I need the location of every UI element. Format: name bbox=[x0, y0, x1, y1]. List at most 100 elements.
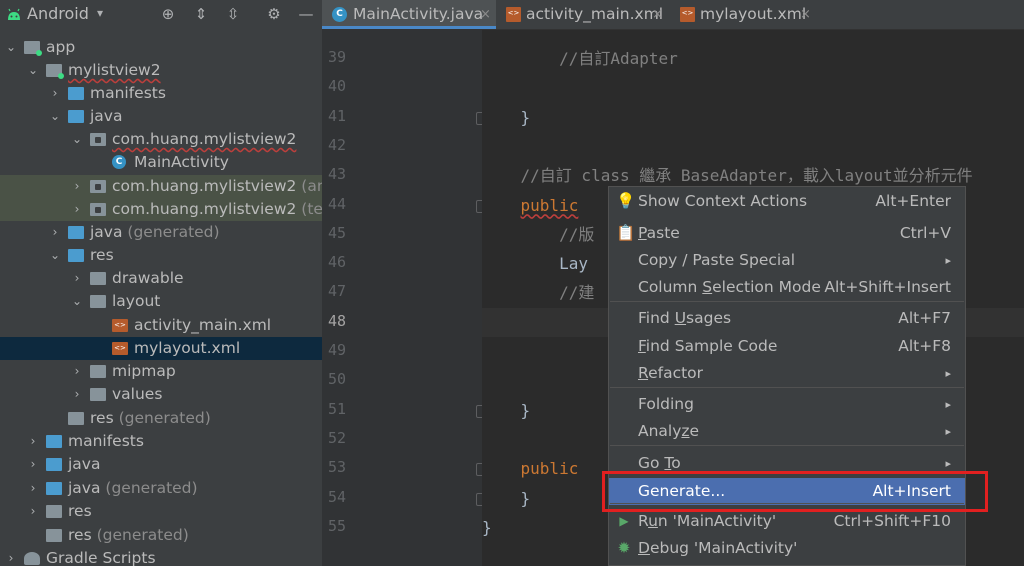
code-line[interactable]: //自訂Adapter bbox=[482, 44, 1024, 73]
tree-item[interactable]: › java (generated) bbox=[0, 221, 322, 244]
tree-item[interactable]: C MainActivity bbox=[0, 151, 322, 174]
chevron-right-icon[interactable]: › bbox=[26, 477, 40, 500]
chevron-down-icon[interactable]: ⌄ bbox=[26, 59, 40, 82]
tree-item-name: values bbox=[112, 385, 163, 403]
chevron-right-icon[interactable]: › bbox=[70, 198, 84, 221]
project-view-selector[interactable]: Android bbox=[27, 4, 89, 23]
chevron-right-icon[interactable]: › bbox=[26, 453, 40, 476]
tree-item-name: com.huang.mylistview2 bbox=[112, 177, 297, 195]
folder-icon bbox=[68, 249, 84, 262]
package-dot bbox=[95, 207, 101, 213]
tree-item[interactable]: <> mylayout.xml bbox=[0, 337, 322, 360]
submenu-arrow-icon: ▸ bbox=[945, 425, 951, 438]
line-number: 50 bbox=[328, 370, 347, 389]
tree-item-name: com.huang.mylistview2 bbox=[112, 130, 297, 148]
tree-item[interactable]: › manifests bbox=[0, 82, 322, 105]
code-line[interactable] bbox=[482, 73, 1024, 102]
chevron-down-icon[interactable]: ⌄ bbox=[4, 36, 18, 59]
tree-item[interactable]: ⌄ res bbox=[0, 244, 322, 267]
close-icon[interactable]: × bbox=[652, 0, 663, 29]
tree-item-name: mylayout.xml bbox=[134, 339, 241, 357]
chevron-right-icon[interactable]: › bbox=[70, 360, 84, 383]
chevron-down-icon[interactable]: ▾ bbox=[97, 6, 103, 20]
tree-item[interactable]: › Gradle Scripts bbox=[0, 547, 322, 566]
menu-item-find-usages[interactable]: Find Usages Alt+F7 bbox=[609, 305, 965, 332]
folder-icon bbox=[68, 87, 84, 100]
tab-mylayout-xml[interactable]: <> mylayout.xml × bbox=[670, 0, 830, 29]
tab-activity-main-xml[interactable]: <> activity_main.xml × bbox=[496, 0, 670, 29]
chevron-right-icon[interactable]: › bbox=[26, 500, 40, 523]
menu-item-show-context-actions[interactable]: 💡 Show Context Actions Alt+Enter bbox=[609, 188, 965, 215]
tree-item[interactable]: res (generated) bbox=[0, 524, 322, 547]
collapse-all-icon[interactable]: ⇳ bbox=[223, 4, 243, 24]
lightbulb-icon: 💡 bbox=[616, 192, 636, 210]
tree-item[interactable]: <> activity_main.xml bbox=[0, 314, 322, 337]
tree-item[interactable]: › res bbox=[0, 500, 322, 523]
editor-gutter[interactable]: 39 40 41 42 43 44 45 46 47 48 49 50 51 52 53 54 55 bbox=[322, 30, 488, 566]
tree-item[interactable]: › com.huang.mylistview2 (test) bbox=[0, 198, 322, 221]
menu-item-label: Refactor bbox=[638, 364, 704, 382]
module-badge-icon bbox=[36, 50, 42, 56]
minimize-icon[interactable]: — bbox=[296, 4, 316, 24]
tree-item[interactable]: › com.huang.mylistview2 (andr bbox=[0, 175, 322, 198]
tree-item[interactable]: › manifests bbox=[0, 430, 322, 453]
tree-item[interactable]: ⌄ layout bbox=[0, 290, 322, 313]
chevron-right-icon[interactable]: › bbox=[4, 547, 18, 566]
close-icon[interactable]: × bbox=[800, 0, 811, 29]
tree-item[interactable]: › java (generated) bbox=[0, 477, 322, 500]
chevron-right-icon[interactable]: › bbox=[70, 383, 84, 406]
chevron-right-icon[interactable]: › bbox=[70, 267, 84, 290]
keyword: public bbox=[520, 459, 579, 479]
tree-item[interactable]: › values bbox=[0, 383, 322, 406]
tree-item[interactable]: ⌄ com.huang.mylistview2 bbox=[0, 128, 322, 151]
tab-mainactivity-java[interactable]: C MainActivity.java × bbox=[322, 0, 496, 29]
line-number: 55 bbox=[328, 516, 347, 535]
menu-item-analyze[interactable]: Analyze ▸ bbox=[609, 418, 965, 445]
expand-all-icon[interactable]: ⇕ bbox=[191, 4, 211, 24]
menu-item-column-selection-mode[interactable]: Column Selection Mode Alt+Shift+Insert bbox=[609, 274, 965, 301]
menu-item-label: Column Selection Mode bbox=[638, 278, 821, 296]
menu-item-folding[interactable]: Folding ▸ bbox=[609, 391, 965, 418]
tree-item-label: java (generated) bbox=[68, 477, 198, 500]
close-icon[interactable]: × bbox=[480, 0, 491, 29]
run-icon: ▶ bbox=[619, 514, 629, 528]
tree-item[interactable]: ⌄ mylistview2 bbox=[0, 59, 322, 82]
menu-item-shortcut: Alt+F8 bbox=[898, 337, 951, 355]
menu-item-paste[interactable]: 📋 Paste Ctrl+V bbox=[609, 220, 965, 247]
menu-item-run-mainactivity[interactable]: ▶ Run 'MainActivity' Ctrl+Shift+F10 bbox=[609, 508, 965, 535]
chevron-down-icon[interactable]: ⌄ bbox=[48, 244, 62, 267]
tree-item[interactable]: ⌄ java bbox=[0, 105, 322, 128]
menu-item-refactor[interactable]: Refactor ▸ bbox=[609, 360, 965, 387]
menu-item-label: Analyze bbox=[638, 422, 700, 440]
code-line[interactable] bbox=[482, 132, 1024, 161]
menu-item-copy-paste-special[interactable]: Copy / Paste Special ▸ bbox=[609, 247, 965, 274]
code-line[interactable]: } bbox=[482, 103, 1024, 132]
project-toolbar: Android ▾ ⊕ ⇕ ⇳ ⚙ — bbox=[0, 0, 322, 28]
menu-item-debug-mainactivity[interactable]: ✹ Debug 'MainActivity' bbox=[609, 535, 965, 562]
code-text: Lay bbox=[559, 254, 588, 274]
tree-item[interactable]: › mipmap bbox=[0, 360, 322, 383]
chevron-down-icon[interactable]: ⌄ bbox=[70, 290, 84, 313]
chevron-down-icon[interactable]: ⌄ bbox=[48, 105, 62, 128]
chevron-right-icon[interactable]: › bbox=[48, 82, 62, 105]
chevron-down-icon[interactable]: ⌄ bbox=[70, 128, 84, 151]
tree-item[interactable]: › java bbox=[0, 453, 322, 476]
chevron-right-icon[interactable]: › bbox=[70, 175, 84, 198]
tree-item-name: res bbox=[68, 526, 92, 544]
tree-item-qualifier: (generated) bbox=[113, 409, 211, 427]
menu-item-shortcut: Ctrl+Shift+F10 bbox=[833, 512, 951, 530]
tree-item-name: manifests bbox=[90, 84, 166, 102]
menu-item-find-sample-code[interactable]: Find Sample Code Alt+F8 bbox=[609, 333, 965, 360]
chevron-right-icon[interactable]: › bbox=[48, 221, 62, 244]
menu-item-label: Paste bbox=[638, 224, 680, 242]
locate-icon[interactable]: ⊕ bbox=[158, 4, 178, 24]
code-text: } bbox=[520, 400, 531, 420]
tree-item[interactable]: res (generated) bbox=[0, 407, 322, 430]
tree-item[interactable]: ⌄ app bbox=[0, 36, 322, 59]
tree-item[interactable]: › drawable bbox=[0, 267, 322, 290]
folder-icon bbox=[46, 64, 64, 79]
chevron-right-icon[interactable]: › bbox=[26, 430, 40, 453]
gear-icon[interactable]: ⚙ bbox=[264, 4, 284, 24]
